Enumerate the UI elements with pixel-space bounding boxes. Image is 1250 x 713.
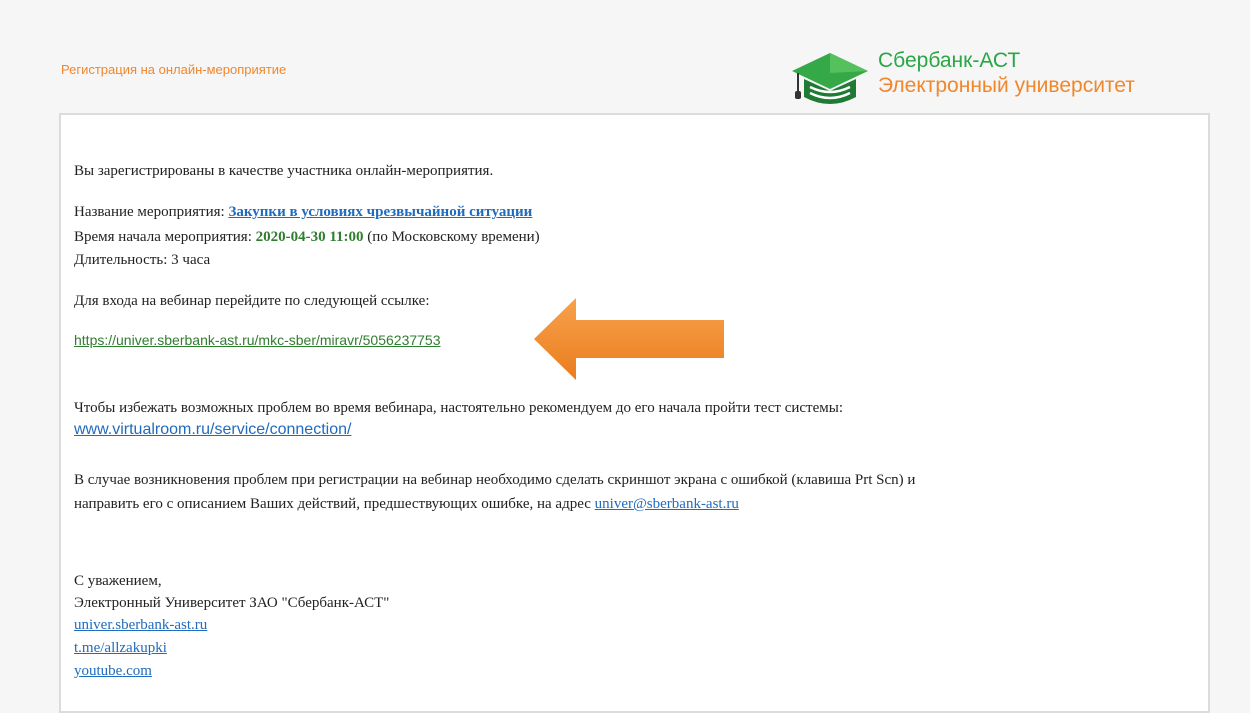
start-time-value: 2020-04-30 11:00 — [255, 229, 364, 245]
youtube-link[interactable]: youtube.com — [74, 663, 152, 679]
problem-text-1: В случае возникновения проблем при регис… — [74, 472, 916, 488]
event-name-label: Название мероприятия: — [74, 204, 229, 220]
graduation-cap-logo-icon — [792, 53, 868, 104]
duration-text: Длительность: 3 часа — [74, 252, 211, 268]
arrow-left-icon — [534, 298, 724, 380]
logo-subtitle: Электронный университет — [878, 74, 1135, 97]
support-email-link[interactable]: univer@sberbank-ast.ru — [595, 496, 739, 512]
signature-link-youtube: youtube.com — [74, 662, 152, 680]
header-label: Регистрация на онлайн-мероприятие — [61, 62, 287, 77]
problem-text-2: направить его с описанием Ваших действий… — [74, 496, 595, 512]
event-name-link[interactable]: Закупки в условиях чрезвычайной ситуации — [228, 204, 532, 220]
start-time-suffix: (по Московскому времени) — [363, 229, 540, 245]
telegram-link[interactable]: t.me/allzakupki — [74, 640, 167, 656]
logo-title: Сбербанк-АСТ — [878, 49, 1021, 72]
univer-site-link[interactable]: univer.sberbank-ast.ru — [74, 617, 207, 633]
signature-link-univer: univer.sberbank-ast.ru — [74, 616, 207, 634]
test-link-line: www.virtualroom.ru/service/connection/ — [74, 421, 351, 439]
test-link[interactable]: www.virtualroom.ru/service/connection/ — [74, 421, 351, 438]
intro-text: Вы зарегистрированы в качестве участника… — [74, 163, 494, 179]
test-prompt: Чтобы избежать возможных проблем во врем… — [74, 400, 844, 416]
signature-text: Электронный Университет ЗАО "Сбербанк-АС… — [74, 595, 390, 611]
signature-link-telegram: t.me/allzakupki — [74, 639, 167, 657]
regards-text: С уважением, — [74, 573, 162, 589]
problem-text-2-line: направить его с описанием Ваших действий… — [74, 495, 739, 513]
webinar-link[interactable]: https://univer.sberbank-ast.ru/mkc-sber/… — [74, 332, 441, 348]
event-name-line: Название мероприятия: Закупки в условиях… — [74, 203, 532, 221]
webinar-prompt: Для входа на вебинар перейдите по следую… — [74, 293, 430, 309]
start-time-line: Время начала мероприятия: 2020-04-30 11:… — [74, 228, 540, 246]
start-time-label: Время начала мероприятия: — [74, 229, 256, 245]
webinar-link-line: https://univer.sberbank-ast.ru/mkc-sber/… — [74, 331, 441, 350]
